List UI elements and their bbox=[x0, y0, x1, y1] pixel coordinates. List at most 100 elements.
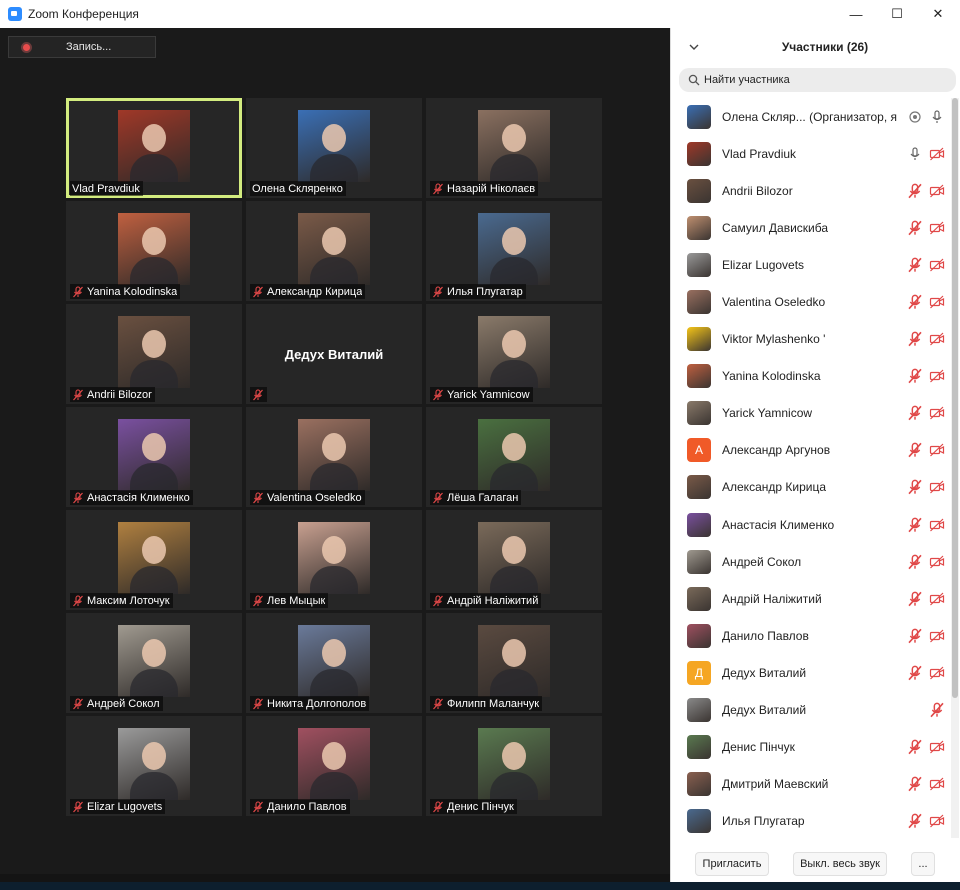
participant-row[interactable]: Анастасія Клименко bbox=[671, 506, 951, 543]
video-tile[interactable]: Андрей Сокол bbox=[66, 613, 242, 713]
participant-row[interactable]: Самуил Давискиба bbox=[671, 209, 951, 246]
search-input[interactable] bbox=[704, 74, 944, 86]
person-silhouette bbox=[322, 227, 346, 255]
person-silhouette-body bbox=[130, 360, 178, 388]
video-off-icon[interactable] bbox=[929, 146, 945, 162]
video-off-icon[interactable] bbox=[929, 257, 945, 273]
video-tile[interactable]: Elizar Lugovets bbox=[66, 716, 242, 816]
video-off-icon[interactable] bbox=[929, 554, 945, 570]
video-off-icon[interactable] bbox=[929, 183, 945, 199]
participant-row[interactable]: Данило Павлов bbox=[671, 617, 951, 654]
muted-mic-icon[interactable] bbox=[907, 479, 923, 495]
participant-row[interactable]: Андрей Сокол bbox=[671, 543, 951, 580]
muted-mic-icon[interactable] bbox=[907, 554, 923, 570]
video-tile[interactable]: Yanina Kolodinska bbox=[66, 201, 242, 301]
muted-mic-icon[interactable] bbox=[907, 813, 923, 829]
video-tile[interactable]: Vlad Pravdiuk bbox=[66, 98, 242, 198]
tile-participant-name: Денис Пінчук bbox=[447, 800, 514, 813]
video-tile[interactable]: Лев Мыцык bbox=[246, 510, 422, 610]
muted-mic-icon[interactable] bbox=[907, 294, 923, 310]
muted-mic-icon[interactable] bbox=[907, 776, 923, 792]
scrollbar-thumb[interactable] bbox=[952, 98, 958, 698]
video-off-icon[interactable] bbox=[929, 665, 945, 681]
video-off-icon[interactable] bbox=[929, 739, 945, 755]
participant-row[interactable]: Александр Кирица bbox=[671, 469, 951, 506]
muted-mic-icon[interactable] bbox=[907, 183, 923, 199]
participant-row[interactable]: Дмитрий Маевский bbox=[671, 766, 951, 803]
participant-row[interactable]: Yanina Kolodinska bbox=[671, 358, 951, 395]
video-off-icon[interactable] bbox=[929, 368, 945, 384]
maximize-button[interactable]: ☐ bbox=[875, 0, 919, 28]
close-button[interactable]: ✕ bbox=[916, 0, 960, 28]
participant-controls bbox=[907, 813, 945, 829]
muted-mic-icon[interactable] bbox=[907, 442, 923, 458]
video-tile[interactable]: Valentina Oseledko bbox=[246, 407, 422, 507]
video-tile[interactable]: Илья Плугатар bbox=[426, 201, 602, 301]
participant-search[interactable] bbox=[679, 68, 956, 92]
video-tile[interactable]: Денис Пінчук bbox=[426, 716, 602, 816]
video-off-icon[interactable] bbox=[929, 591, 945, 607]
muted-mic-icon bbox=[73, 697, 83, 709]
participant-row[interactable]: Олена Скляр... (Организатор, я) bbox=[671, 98, 951, 135]
muted-mic-icon[interactable] bbox=[907, 591, 923, 607]
muted-mic-icon[interactable] bbox=[907, 628, 923, 644]
invite-button[interactable]: Пригласить bbox=[695, 852, 769, 876]
muted-mic-icon[interactable] bbox=[907, 517, 923, 533]
video-off-icon[interactable] bbox=[929, 776, 945, 792]
video-off-icon[interactable] bbox=[929, 813, 945, 829]
video-tile[interactable]: Никита Долгополов bbox=[246, 613, 422, 713]
video-off-icon[interactable] bbox=[929, 517, 945, 533]
tile-name-bar: Данило Павлов bbox=[250, 799, 350, 814]
video-off-icon[interactable] bbox=[929, 442, 945, 458]
video-tile[interactable]: Олена Скляренко bbox=[246, 98, 422, 198]
participant-list-scrollbar[interactable] bbox=[951, 98, 959, 838]
video-tile[interactable]: Данило Павлов bbox=[246, 716, 422, 816]
muted-mic-icon[interactable] bbox=[929, 702, 945, 718]
video-tile[interactable]: Yarick Yamnicow bbox=[426, 304, 602, 404]
video-tile[interactable]: Лёша Галаган bbox=[426, 407, 602, 507]
video-tile[interactable]: Максим Лоточук bbox=[66, 510, 242, 610]
participant-row[interactable]: Andrii Bilozor bbox=[671, 172, 951, 209]
participant-video bbox=[118, 316, 190, 388]
mute-all-button[interactable]: Выкл. весь звук bbox=[793, 852, 887, 876]
muted-mic-icon[interactable] bbox=[907, 368, 923, 384]
video-tile[interactable]: Александр Кирица bbox=[246, 201, 422, 301]
muted-mic-icon[interactable] bbox=[907, 665, 923, 681]
tile-participant-name: Andrii Bilozor bbox=[87, 388, 152, 401]
participant-row[interactable]: Андрій Наліжитий bbox=[671, 580, 951, 617]
video-tile[interactable]: Andrii Bilozor bbox=[66, 304, 242, 404]
more-options-button[interactable]: ... bbox=[911, 852, 935, 876]
video-off-icon[interactable] bbox=[929, 331, 945, 347]
minimize-button[interactable]: — bbox=[834, 0, 878, 28]
mic-icon[interactable] bbox=[929, 109, 945, 125]
mic-icon[interactable] bbox=[907, 146, 923, 162]
video-off-icon[interactable] bbox=[929, 405, 945, 421]
muted-mic-icon[interactable] bbox=[907, 220, 923, 236]
participant-row[interactable]: Илья Плугатар bbox=[671, 803, 951, 840]
video-tile[interactable]: Филипп Маланчук bbox=[426, 613, 602, 713]
participant-row[interactable]: Д Дедух Виталий bbox=[671, 654, 951, 691]
recording-button[interactable]: Запись... bbox=[8, 36, 156, 58]
video-tile[interactable]: Андрій Наліжитий bbox=[426, 510, 602, 610]
participant-row[interactable]: Valentina Oseledko bbox=[671, 283, 951, 320]
muted-mic-icon[interactable] bbox=[907, 331, 923, 347]
video-off-icon[interactable] bbox=[929, 220, 945, 236]
video-tile[interactable]: Назарій Ніколаєв bbox=[426, 98, 602, 198]
video-off-icon[interactable] bbox=[929, 294, 945, 310]
participant-row[interactable]: Yarick Yamnicow bbox=[671, 395, 951, 432]
tile-participant-name: Анастасія Клименко bbox=[87, 491, 190, 504]
muted-mic-icon[interactable] bbox=[907, 405, 923, 421]
participant-row[interactable]: Viktor Mylashenko ' bbox=[671, 321, 951, 358]
muted-mic-icon[interactable] bbox=[907, 739, 923, 755]
participant-row[interactable]: Vlad Pravdiuk bbox=[671, 135, 951, 172]
video-off-icon[interactable] bbox=[929, 479, 945, 495]
video-off-icon[interactable] bbox=[929, 628, 945, 644]
participant-row[interactable]: Elizar Lugovets bbox=[671, 246, 951, 283]
participant-row[interactable]: Денис Пінчук bbox=[671, 729, 951, 766]
avatar bbox=[687, 475, 711, 500]
participant-row[interactable]: Дедух Виталий bbox=[671, 692, 951, 729]
muted-mic-icon[interactable] bbox=[907, 257, 923, 273]
video-tile[interactable]: Анастасія Клименко bbox=[66, 407, 242, 507]
video-tile[interactable]: Дедух Виталий bbox=[246, 304, 422, 404]
participant-row[interactable]: А Александр Аргунов bbox=[671, 432, 951, 469]
